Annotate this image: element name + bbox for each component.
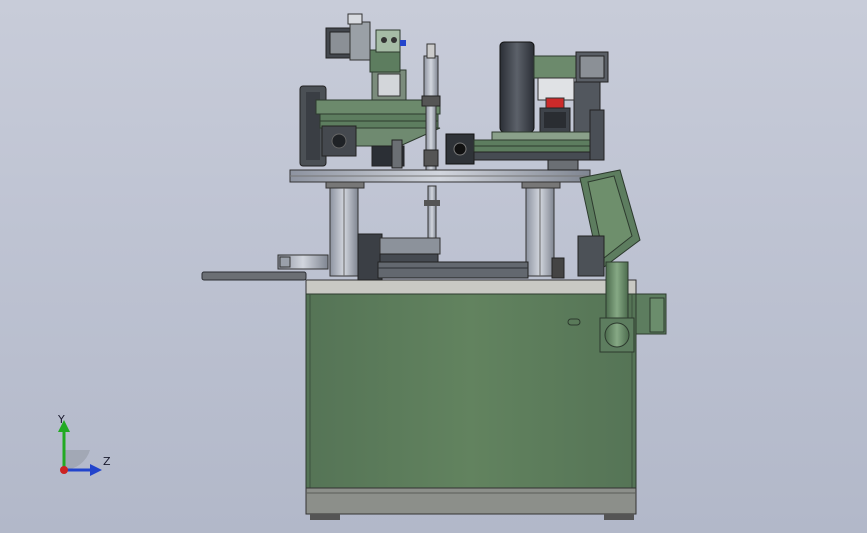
right-assembly[interactable] <box>445 41 609 171</box>
cad-viewport[interactable]: Y Z <box>0 0 867 533</box>
feed-tray[interactable] <box>201 254 329 281</box>
z-axis-label: Z <box>103 455 111 468</box>
side-junction-box[interactable] <box>635 293 667 335</box>
orientation-triad: Y Z <box>50 410 120 480</box>
base-cabinet[interactable] <box>305 279 637 520</box>
machine-model[interactable] <box>0 0 867 533</box>
y-axis-label: Y <box>58 413 65 426</box>
control-panel[interactable] <box>577 169 641 277</box>
upper-table[interactable] <box>289 169 591 277</box>
left-gantry[interactable] <box>299 13 441 171</box>
